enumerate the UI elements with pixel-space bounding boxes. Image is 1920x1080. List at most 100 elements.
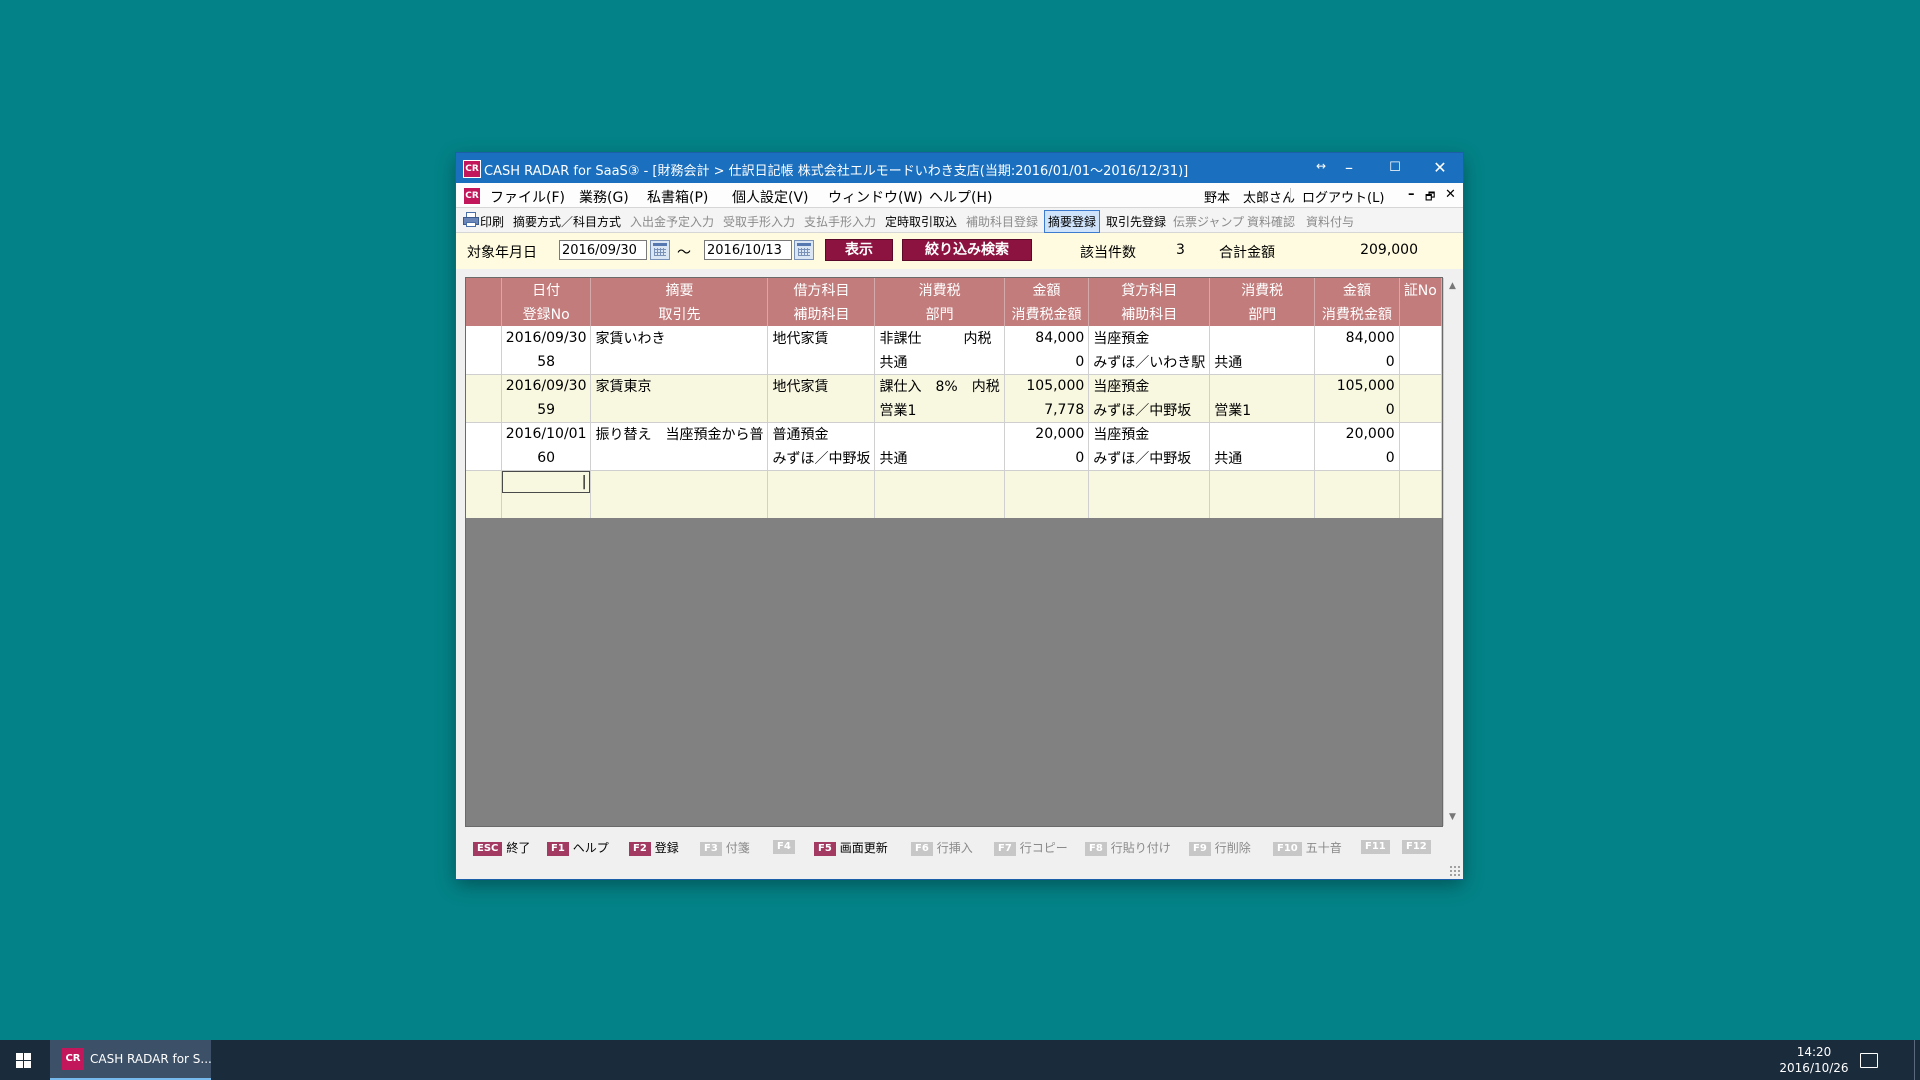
calendar-to-icon[interactable] — [794, 240, 814, 260]
table-row[interactable]: 2016/09/30 家賃いわき 地代家賃 非課仕 内税 84,000 当座預金… — [466, 326, 1443, 350]
table-cell[interactable]: 地代家賃 — [767, 326, 876, 350]
close-button[interactable]: ✕ — [1417, 153, 1463, 183]
tool-print[interactable]: 印刷 — [480, 213, 504, 230]
action-center-icon[interactable] — [1860, 1053, 1878, 1068]
col-header-debit-sub[interactable]: 補助科目 — [767, 302, 876, 326]
table-cell[interactable] — [466, 350, 502, 375]
table-cell[interactable]: みずほ／中野坂 — [1088, 446, 1211, 471]
table-cell[interactable] — [874, 422, 1005, 446]
table-cell[interactable]: 0 — [1314, 398, 1400, 423]
mdi-minimize-button[interactable]: – — [1408, 187, 1415, 202]
table-cell[interactable]: 0 — [1004, 350, 1090, 375]
table-cell[interactable] — [466, 398, 502, 423]
table-row[interactable]: 2016/09/30 家賃東京 地代家賃 課仕入 8% 内税 105,000 当… — [466, 374, 1443, 398]
col-header-debit-amount[interactable]: 金額 — [1004, 278, 1090, 302]
mdi-restore-button[interactable]: 🗗 — [1425, 188, 1435, 207]
table-cell[interactable] — [1088, 494, 1211, 518]
table-cell[interactable]: 営業1 — [874, 398, 1005, 423]
table-cell[interactable] — [1399, 350, 1443, 375]
tool-summary-register[interactable]: 摘要登録 — [1044, 210, 1101, 233]
table-cell[interactable]: 共通 — [1209, 446, 1316, 471]
table-cell[interactable] — [466, 470, 502, 494]
table-cell[interactable] — [590, 350, 769, 375]
table-cell[interactable] — [501, 494, 592, 518]
table-cell[interactable] — [874, 494, 1005, 518]
table-cell[interactable]: 58 — [501, 350, 592, 375]
table-cell[interactable] — [1314, 494, 1400, 518]
table-cell[interactable]: 59 — [501, 398, 592, 423]
table-cell[interactable]: 105,000 — [1314, 374, 1400, 398]
fkey-esc[interactable]: ESC 終了 — [473, 839, 530, 856]
table-cell[interactable] — [1004, 494, 1090, 518]
taskbar-app-button[interactable]: CR CASH RADAR for S... — [50, 1040, 212, 1080]
table-cell[interactable] — [1399, 446, 1443, 471]
col-header-summary[interactable]: 摘要 — [590, 278, 769, 302]
table-cell[interactable] — [1209, 422, 1316, 446]
tool-entry-mode[interactable]: 摘要方式／科目方式 — [513, 213, 621, 230]
calendar-from-icon[interactable] — [650, 240, 670, 260]
table-cell[interactable]: 0 — [1314, 446, 1400, 471]
table-cell[interactable] — [466, 446, 502, 471]
table-cell[interactable] — [767, 398, 876, 423]
table-cell[interactable] — [1209, 494, 1316, 518]
table-row[interactable]: 2016/10/01 振り替え 当座預金から普 普通預金 20,000 当座預金… — [466, 422, 1443, 446]
table-cell[interactable] — [466, 422, 502, 446]
table-cell[interactable]: 営業1 — [1209, 398, 1316, 423]
table-cell[interactable]: 60 — [501, 446, 592, 471]
resize-grip-icon[interactable] — [1449, 865, 1461, 877]
table-cell[interactable]: 7,778 — [1004, 398, 1090, 423]
table-cell[interactable] — [1399, 422, 1443, 446]
fkey-f1[interactable]: F1 ヘルプ — [547, 839, 609, 856]
start-button[interactable] — [0, 1040, 48, 1080]
table-cell[interactable]: 当座預金 — [1088, 374, 1211, 398]
date-to-input[interactable]: 2016/10/13 — [704, 240, 792, 260]
show-desktop-divider[interactable] — [1914, 1040, 1915, 1080]
col-header-reg-no[interactable]: 登録No — [501, 302, 592, 326]
table-cell[interactable]: 20,000 — [1314, 422, 1400, 446]
col-header-credit-dept[interactable]: 部門 — [1209, 302, 1316, 326]
table-cell[interactable]: 共通 — [874, 446, 1005, 471]
menu-file[interactable]: ファイル(F) — [490, 187, 565, 207]
active-input-cell[interactable]: | — [501, 470, 592, 494]
printer-icon[interactable] — [463, 212, 479, 227]
col-header-credit-tax[interactable]: 消費税 — [1209, 278, 1316, 302]
mdi-close-button[interactable]: ✕ — [1445, 187, 1456, 202]
table-cell[interactable]: 2016/09/30 — [501, 374, 592, 398]
table-cell[interactable] — [1314, 470, 1400, 494]
table-cell[interactable]: 共通 — [874, 350, 1005, 375]
menu-window[interactable]: ウィンドウ(W) — [828, 187, 923, 207]
table-cell[interactable]: 地代家賃 — [767, 374, 876, 398]
table-cell[interactable]: 非課仕 内税 — [874, 326, 1005, 350]
fkey-f5[interactable]: F5 画面更新 — [814, 839, 888, 856]
app-menu-icon[interactable]: CR — [463, 187, 481, 205]
col-header-credit-account[interactable]: 貸方科目 — [1088, 278, 1211, 302]
filter-search-button[interactable]: 絞り込み検索 — [902, 239, 1032, 261]
journal-grid[interactable]: 日付 摘要 借方科目 消費税 金額 貸方科目 消費税 金額 証No 登録No 取… — [465, 277, 1461, 827]
table-cell[interactable]: 普通預金 — [767, 422, 876, 446]
fkey-f2[interactable]: F2 登録 — [629, 839, 679, 856]
table-cell[interactable]: 共通 — [1209, 350, 1316, 375]
table-cell[interactable] — [466, 374, 502, 398]
title-bar[interactable]: CR CASH RADAR for SaaS③ - [財務会計 > 仕訳日記帳 … — [456, 153, 1463, 183]
col-header-client[interactable]: 取引先 — [590, 302, 769, 326]
system-clock[interactable]: 14:20 2016/10/26 — [1769, 1044, 1859, 1076]
col-header-date[interactable]: 日付 — [501, 278, 592, 302]
scroll-up-icon[interactable]: ▲ — [1444, 278, 1461, 295]
col-header-voucher-no[interactable]: 証No — [1399, 278, 1443, 302]
table-cell[interactable]: 20,000 — [1004, 422, 1090, 446]
table-row[interactable]: 58 共通 0 みずほ／いわき駅 共通 0 — [466, 350, 1443, 375]
table-cell[interactable]: 0 — [1004, 446, 1090, 471]
table-cell[interactable] — [590, 398, 769, 423]
table-row[interactable]: 59 営業1 7,778 みずほ／中野坂 営業1 0 — [466, 398, 1443, 423]
table-cell[interactable]: みずほ／いわき駅 — [1088, 350, 1211, 375]
menu-personal-settings[interactable]: 個人設定(V) — [732, 187, 809, 207]
table-cell[interactable]: 当座預金 — [1088, 422, 1211, 446]
table-cell[interactable] — [590, 470, 769, 494]
table-cell[interactable]: 家賃東京 — [590, 374, 769, 398]
table-cell[interactable] — [590, 494, 769, 518]
menu-business[interactable]: 業務(G) — [579, 187, 629, 207]
logout-link[interactable]: ログアウト(L) — [1302, 187, 1384, 206]
table-cell[interactable]: 2016/09/30 — [501, 326, 592, 350]
table-cell[interactable] — [1399, 326, 1443, 350]
table-cell[interactable] — [1209, 326, 1316, 350]
